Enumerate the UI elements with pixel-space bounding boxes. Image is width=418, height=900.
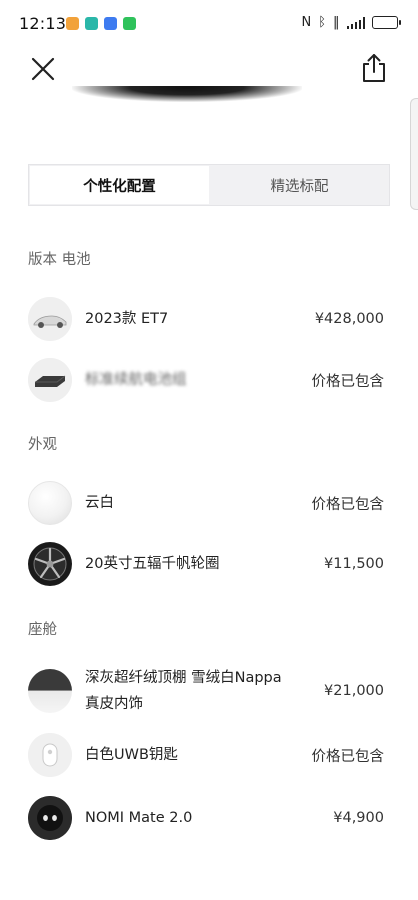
app-icon-orange [66,17,79,30]
battery-pack-thumbnail [28,358,72,402]
side-drawer-handle[interactable] [410,98,418,210]
share-icon [363,54,385,82]
wheel-thumbnail [28,542,72,586]
white-paint-swatch [28,481,72,525]
tab-standard-features[interactable]: 精选标配 [210,165,389,205]
config-item-battery[interactable]: 标准续航电池组 价格已包含 [28,356,384,404]
status-bar: 12:13 N ᛒ ‖ [0,0,418,44]
item-name-line2: 真皮内饰 [85,696,143,712]
item-price: ¥21,000 [324,683,384,699]
config-item-uwb-key[interactable]: 白色UWB钥匙 价格已包含 [28,731,384,779]
section-title-version-battery: 版本 电池 [28,252,91,268]
close-icon [31,57,55,81]
item-price: ¥4,900 [333,810,384,826]
status-time: 12:13 [19,14,67,33]
share-button[interactable] [360,52,388,84]
status-right: N ᛒ ‖ [301,15,401,30]
signal-icon [346,16,365,29]
item-name: 深灰超纤绒顶棚 雪绒白Nappa 真皮内饰 [85,665,324,717]
battery-icon [372,16,401,29]
uwb-key-thumbnail [28,733,72,777]
section-title-cabin: 座舱 [28,622,57,638]
item-price: ¥428,000 [314,311,384,327]
item-name-line1: 深灰超纤绒顶棚 雪绒白Nappa [85,670,282,686]
car-thumbnail [28,297,72,341]
item-price: ¥11,500 [324,556,384,572]
config-tabs: 个性化配置 精选标配 [28,164,390,206]
app-icon-green [123,17,136,30]
vibrate-icon: ‖ [333,15,340,30]
car-image-bottom [72,86,302,102]
item-name: NOMI Mate 2.0 [85,810,193,826]
nomi-thumbnail [28,796,72,840]
tab-personalized-config[interactable]: 个性化配置 [30,166,209,204]
config-item-interior[interactable]: 深灰超纤绒顶棚 雪绒白Nappa 真皮内饰 ¥21,000 [28,661,384,721]
app-icon-blue [104,17,117,30]
item-name: 20英寸五辐千帆轮圈 [85,556,220,572]
interior-swatch [28,669,72,713]
bluetooth-icon: ᛒ [318,15,326,30]
config-item-nomi[interactable]: NOMI Mate 2.0 ¥4,900 [28,794,384,842]
close-button[interactable] [28,54,58,84]
app-icon-teal [85,17,98,30]
section-title-exterior: 外观 [28,437,57,453]
item-name: 白色UWB钥匙 [85,747,178,763]
item-name: 2023款 ET7 [85,311,169,327]
item-price: 价格已包含 [311,373,385,390]
config-item-paint[interactable]: 云白 价格已包含 [28,479,384,527]
item-name: 云白 [85,495,114,511]
item-price: 价格已包含 [311,748,385,765]
config-item-wheels[interactable]: 20英寸五辐千帆轮圈 ¥11,500 [28,540,384,588]
item-name-blurred: 标准续航电池组 [85,372,187,388]
config-item-model[interactable]: 2023款 ET7 ¥428,000 [28,295,384,343]
item-price: 价格已包含 [311,496,385,513]
nfc-icon: N [301,15,312,30]
